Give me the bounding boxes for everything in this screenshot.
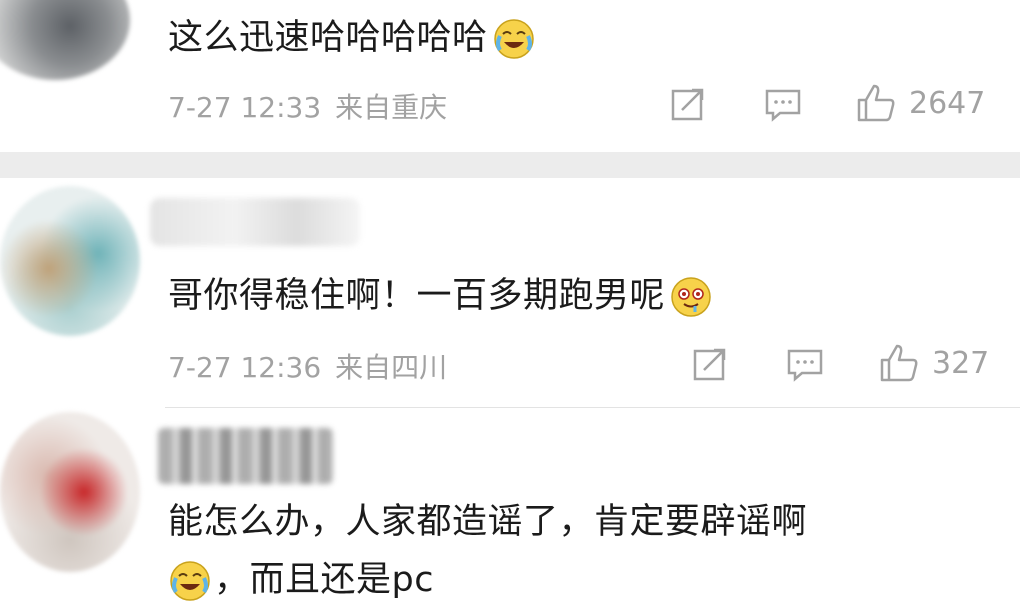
share-icon bbox=[671, 88, 704, 121]
thumbs-up-icon bbox=[857, 84, 895, 122]
comment-meta: 7-27 12:33 来自重庆 bbox=[168, 86, 447, 126]
username-blurred[interactable] bbox=[158, 428, 333, 484]
like-button[interactable]: 2647 bbox=[855, 82, 985, 124]
comment-icon bbox=[765, 89, 801, 122]
comment-location: 来自四川 bbox=[335, 351, 448, 384]
comment-text-content: ，而且还是pc bbox=[214, 560, 434, 600]
share-icon bbox=[693, 348, 726, 381]
avatar[interactable] bbox=[0, 186, 140, 336]
like-count: 327 bbox=[932, 345, 990, 381]
comment-text-line: ，而且还是pc bbox=[168, 556, 434, 604]
laugh-cry-emoji-icon bbox=[170, 561, 210, 601]
comment-item: 这么迅速哈哈哈哈哈 7-27 12:33 来自重庆 2647 bbox=[0, 0, 1020, 152]
comment-date: 7-27 12:36 bbox=[168, 351, 322, 384]
share-button[interactable] bbox=[668, 84, 708, 124]
like-count: 2647 bbox=[909, 85, 986, 121]
share-button[interactable] bbox=[690, 344, 730, 384]
comment-text-line: 能怎么办，人家都造谣了，肯定要辟谣啊 bbox=[168, 498, 807, 546]
laugh-cry-emoji-icon bbox=[493, 19, 534, 59]
comment-icon bbox=[787, 349, 823, 382]
comment-text: 这么迅速哈哈哈哈哈 bbox=[168, 14, 536, 62]
thumbs-up-icon bbox=[880, 344, 918, 382]
comment-button[interactable] bbox=[785, 344, 825, 384]
comment-button[interactable] bbox=[763, 84, 803, 124]
drooling-emoji-icon bbox=[671, 277, 711, 317]
like-button[interactable]: 327 bbox=[878, 342, 989, 384]
avatar[interactable] bbox=[0, 0, 130, 80]
avatar[interactable] bbox=[0, 412, 140, 572]
comment-text-content: 哥你得稳住啊！一百多期跑男呢 bbox=[168, 276, 666, 316]
username-blurred[interactable] bbox=[150, 198, 360, 246]
comment-text-content: 能怎么办，人家都造谣了，肯定要辟谣啊 bbox=[168, 502, 808, 542]
comment-meta: 7-27 12:36 来自四川 bbox=[168, 346, 447, 386]
comment-item: 能怎么办，人家都造谣了，肯定要辟谣啊 ，而且还是pc bbox=[0, 408, 1020, 610]
comment-date: 7-27 12:33 bbox=[168, 91, 322, 124]
comment-text-content: 这么迅速哈哈哈哈哈 bbox=[168, 18, 488, 58]
comment-location: 来自重庆 bbox=[335, 91, 448, 124]
separator bbox=[0, 152, 1020, 178]
comment-text: 哥你得稳住啊！一百多期跑男呢 bbox=[168, 272, 713, 320]
comment-item: 哥你得稳住啊！一百多期跑男呢 7-27 12:36 来自四川 327 bbox=[0, 178, 1020, 408]
